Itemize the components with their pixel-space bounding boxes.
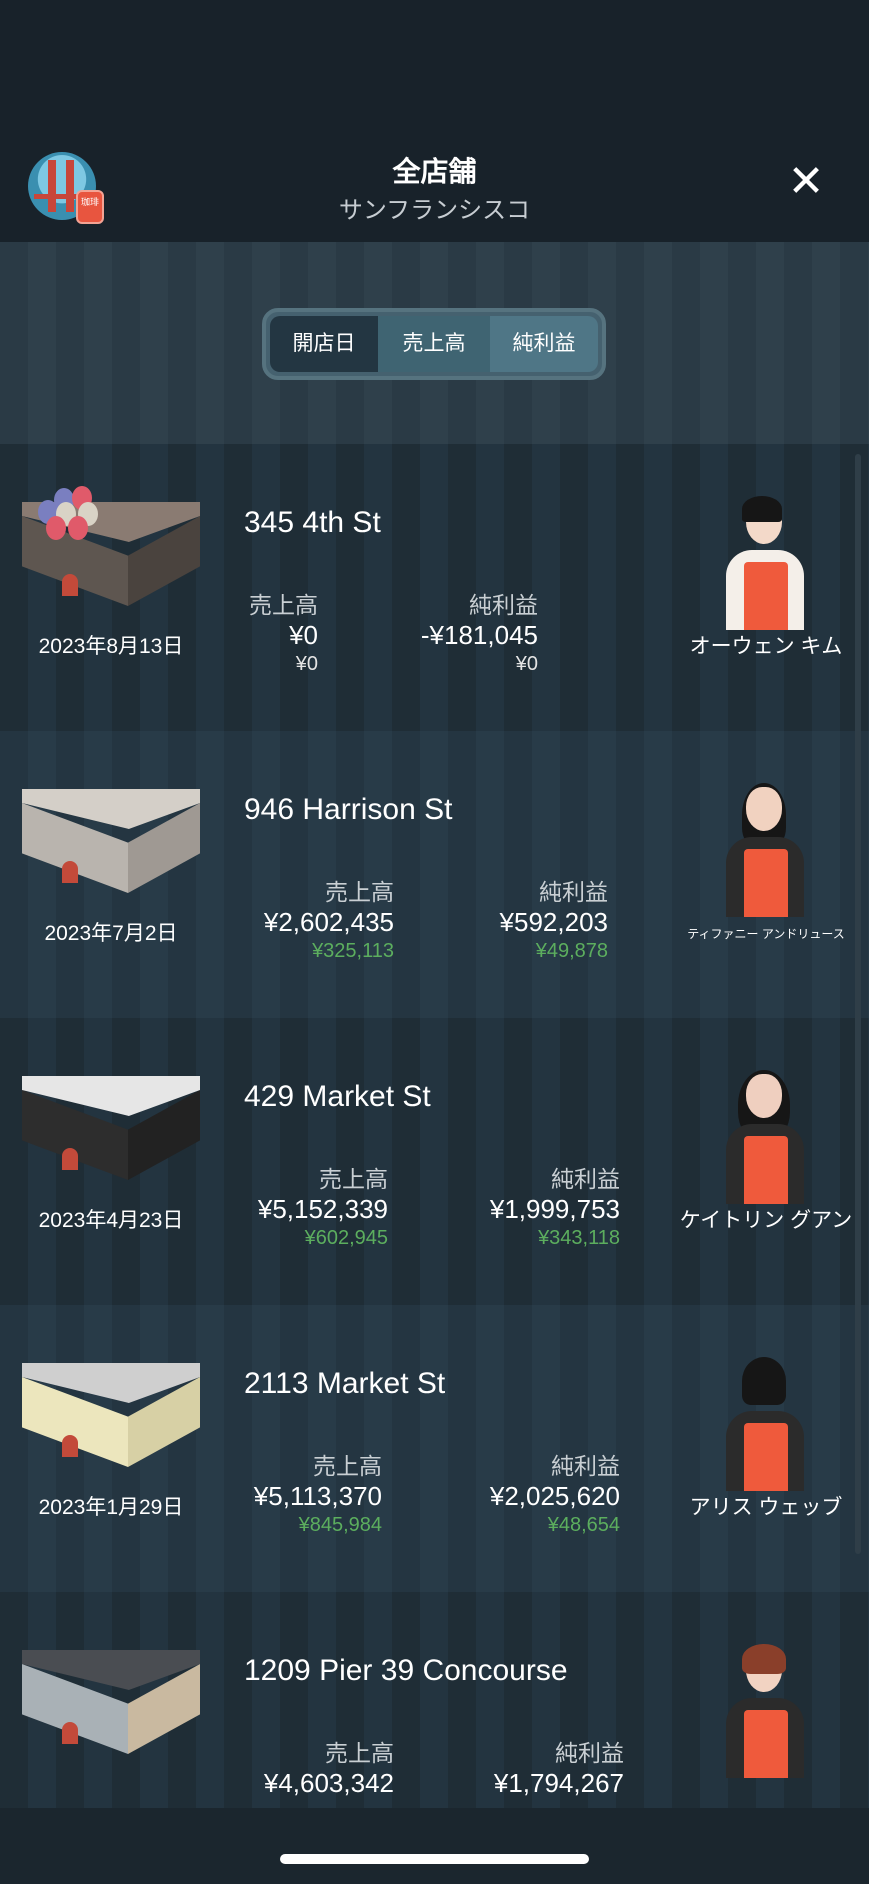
store-row[interactable]: 2023年7月2日 946 Harrison St 売上高 ¥2,602,435… xyxy=(0,731,869,1018)
store-address: 429 Market St xyxy=(244,1080,431,1113)
store-address: 2113 Market St xyxy=(244,1367,446,1400)
profit-delta: ¥49,878 xyxy=(535,940,608,962)
profit-stat: 純利益 ¥1,794,267 xyxy=(456,1738,624,1798)
profit-stat: 純利益 ¥2,025,620 ¥48,654 xyxy=(450,1451,620,1539)
sales-label: 売上高 xyxy=(249,592,318,618)
page-subtitle: サンフランシスコ xyxy=(338,197,531,224)
opening-date: 2023年4月23日 xyxy=(38,1209,184,1232)
store-building-image xyxy=(22,486,200,618)
page-title: 全店舗 xyxy=(392,156,477,187)
profit-value: ¥2,025,620 xyxy=(489,1481,620,1511)
sales-label: 売上高 xyxy=(325,1740,394,1766)
sort-segmented-control: 開店日 売上高 純利益 xyxy=(262,308,606,380)
sales-delta: ¥0 xyxy=(295,653,318,675)
profit-value: ¥1,794,267 xyxy=(493,1768,624,1798)
tab-opening-date[interactable]: 開店日 xyxy=(270,316,378,372)
store-building-image xyxy=(22,1363,200,1479)
profit-delta: ¥343,118 xyxy=(538,1227,620,1249)
sales-delta: ¥325,113 xyxy=(312,940,394,962)
profit-label: 純利益 xyxy=(469,592,538,618)
sales-delta: ¥845,984 xyxy=(298,1514,382,1536)
manager-name: アリス ウェッブ xyxy=(689,1496,843,1519)
store-address: 946 Harrison St xyxy=(244,793,453,826)
manager-name: ケイトリン グアン xyxy=(679,1209,853,1232)
profit-label: 純利益 xyxy=(539,879,608,905)
store-building-image xyxy=(22,789,200,905)
profit-label: 純利益 xyxy=(551,1166,620,1192)
sales-stat: 売上高 ¥5,113,370 ¥845,984 xyxy=(220,1451,382,1539)
sales-stat: 売上高 ¥2,602,435 ¥325,113 xyxy=(230,877,394,965)
store-list: 2023年8月13日 345 4th St 売上高 ¥0 ¥0 純利益 -¥18… xyxy=(0,444,869,1808)
store-row[interactable]: 2023年4月23日 429 Market St 売上高 ¥5,152,339 … xyxy=(0,1018,869,1305)
profit-value: ¥592,203 xyxy=(499,907,608,937)
store-row[interactable]: 1209 Pier 39 Concourse 売上高 ¥4,603,342 純利… xyxy=(0,1592,869,1808)
profit-value: ¥1,999,753 xyxy=(489,1194,620,1224)
manager-name: ティファニー アンドリュース xyxy=(687,927,845,941)
tab-sales[interactable]: 売上高 xyxy=(378,316,490,372)
sales-value: ¥2,602,435 xyxy=(263,907,394,937)
sales-value: ¥0 xyxy=(289,620,318,650)
manager-avatar xyxy=(724,783,806,917)
profit-value: -¥181,045 xyxy=(420,620,538,650)
sort-bar: 開店日 売上高 純利益 xyxy=(0,242,869,444)
store-building-image xyxy=(22,1076,200,1192)
tab-net-profit[interactable]: 純利益 xyxy=(490,316,598,372)
profit-delta: ¥0 xyxy=(515,653,538,675)
sales-stat: 売上高 ¥4,603,342 xyxy=(230,1738,394,1798)
store-row[interactable]: 2023年1月29日 2113 Market St 売上高 ¥5,113,370… xyxy=(0,1305,869,1592)
sales-delta: ¥602,945 xyxy=(304,1227,388,1249)
header-bar: 珈琲 全店舗 サンフランシスコ ✕ xyxy=(0,0,869,242)
sales-label: 売上高 xyxy=(319,1166,388,1192)
opening-date: 2023年7月2日 xyxy=(44,922,178,945)
sales-label: 売上高 xyxy=(313,1453,382,1479)
sales-value: ¥5,152,339 xyxy=(257,1194,388,1224)
manager-avatar xyxy=(724,1070,806,1204)
home-indicator[interactable] xyxy=(280,1854,589,1864)
opening-date: 2023年8月13日 xyxy=(38,635,184,658)
manager-avatar xyxy=(724,1357,806,1491)
profit-stat: 純利益 ¥592,203 ¥49,878 xyxy=(460,877,608,965)
store-building-image xyxy=(22,1650,200,1766)
sales-stat: 売上高 ¥0 ¥0 xyxy=(214,590,318,678)
manager-avatar xyxy=(724,496,806,630)
sales-value: ¥5,113,370 xyxy=(253,1481,382,1511)
manager-name: オーウェン キム xyxy=(689,635,843,658)
opening-date: 2023年1月29日 xyxy=(38,1496,184,1519)
store-row[interactable]: 2023年8月13日 345 4th St 売上高 ¥0 ¥0 純利益 -¥18… xyxy=(0,444,869,731)
close-button[interactable]: ✕ xyxy=(786,160,826,204)
list-scrollbar[interactable] xyxy=(855,454,861,1554)
profit-delta: ¥48,654 xyxy=(547,1514,620,1536)
sales-stat: 売上高 ¥5,152,339 ¥602,945 xyxy=(226,1164,388,1252)
profit-label: 純利益 xyxy=(551,1453,620,1479)
manager-avatar xyxy=(724,1644,806,1778)
profit-label: 純利益 xyxy=(555,1740,624,1766)
sales-value: ¥4,603,342 xyxy=(263,1768,394,1798)
store-address: 345 4th St xyxy=(244,506,381,539)
sales-label: 売上高 xyxy=(325,879,394,905)
profit-stat: 純利益 ¥1,999,753 ¥343,118 xyxy=(452,1164,620,1252)
store-address: 1209 Pier 39 Concourse xyxy=(244,1654,568,1687)
profit-stat: 純利益 -¥181,045 ¥0 xyxy=(380,590,538,678)
